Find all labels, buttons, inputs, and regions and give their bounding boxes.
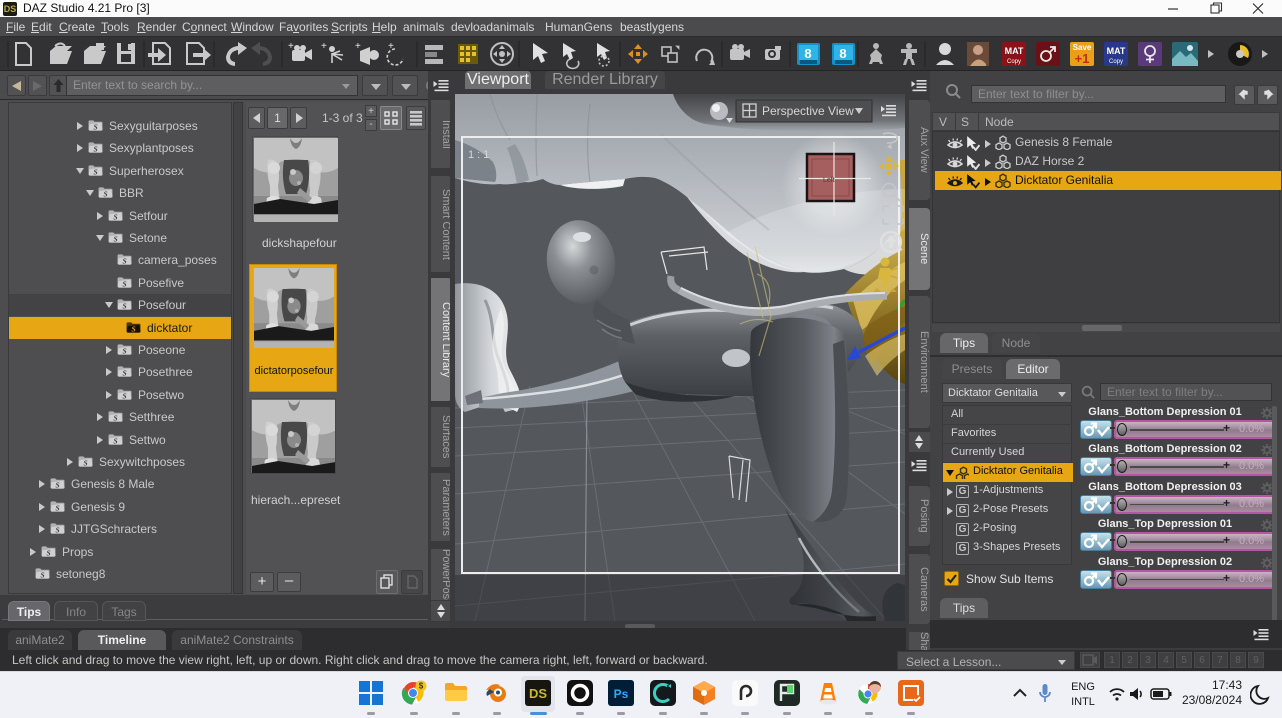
svg-text:MAT: MAT: [1107, 46, 1126, 56]
svg-text:Copy: Copy: [1007, 59, 1021, 65]
svg-text:MAT: MAT: [1005, 46, 1024, 56]
svg-text:DS: DS: [529, 686, 547, 701]
svg-text:8: 8: [804, 46, 811, 61]
svg-text:+: +: [288, 41, 294, 52]
svg-text:Copy: Copy: [1109, 59, 1123, 65]
svg-text:8: 8: [839, 46, 846, 61]
svg-text:+: +: [355, 41, 361, 52]
svg-text:+: +: [388, 41, 394, 52]
svg-text:1 : 1: 1 : 1: [468, 149, 489, 161]
svg-text:+: +: [321, 41, 327, 52]
svg-text:Ps: Ps: [614, 687, 629, 701]
svg-text:Left: Left: [823, 177, 835, 184]
svg-text:$: $: [419, 682, 424, 691]
svg-text:+1: +1: [1075, 51, 1090, 66]
svg-text:Perspective View: Perspective View: [762, 104, 854, 118]
